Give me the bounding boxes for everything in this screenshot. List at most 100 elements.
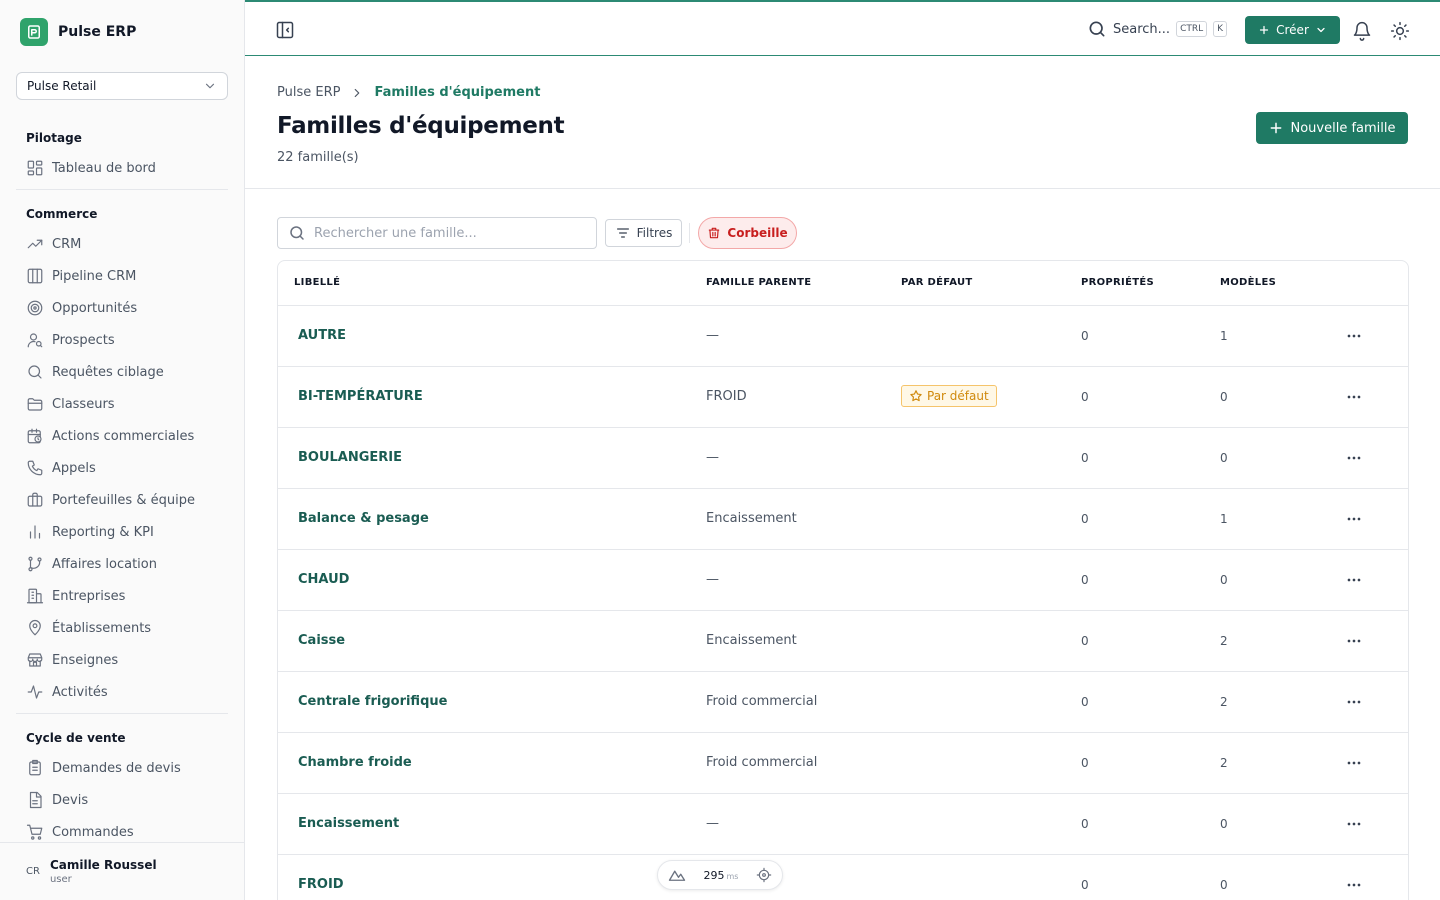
mountain-icon <box>668 868 686 882</box>
default-badge-label: Par défaut <box>927 389 989 403</box>
clipboard-icon <box>26 759 44 777</box>
sidebar-item[interactable]: Devis <box>16 784 228 816</box>
table-row[interactable]: Caisse Encaissement 0 2 <box>278 611 1408 672</box>
more-actions-icon[interactable] <box>1344 448 1364 468</box>
sidebar-nav: Pilotage Tableau de bord Commerce CRM Pipeli… <box>16 120 228 842</box>
table-row[interactable]: Centrale frigorifique Froid commercial 0 2 <box>278 672 1408 733</box>
sidebar-item[interactable]: Établissements <box>16 612 228 644</box>
family-search-input[interactable] <box>314 225 584 241</box>
sidebar-item[interactable]: Reporting & KPI <box>16 516 228 548</box>
more-actions-icon[interactable] <box>1344 387 1364 407</box>
performance-widget[interactable]: 295 ms <box>657 860 783 890</box>
breadcrumb-root[interactable]: Pulse ERP <box>277 85 340 100</box>
more-actions-icon[interactable] <box>1344 753 1364 773</box>
crosshair-icon[interactable] <box>756 867 772 883</box>
more-actions-icon[interactable] <box>1344 692 1364 712</box>
parent-family: FROID <box>706 389 747 404</box>
nav-section-title: Cycle de vente <box>26 730 126 745</box>
star-icon <box>909 389 923 403</box>
sidebar-item[interactable]: Appels <box>16 452 228 484</box>
sidebar-item[interactable]: Opportunités <box>16 292 228 324</box>
column-header-default[interactable]: PAR DÉFAUT <box>901 277 973 288</box>
folder-icon <box>26 395 44 413</box>
sidebar-item[interactable]: Classeurs <box>16 388 228 420</box>
sidebar-item[interactable]: Enseignes <box>16 644 228 676</box>
family-label-link[interactable]: Caisse <box>298 633 345 648</box>
column-header-parent[interactable]: FAMILLE PARENTE <box>706 277 811 288</box>
trend-icon <box>26 235 44 253</box>
family-label-link[interactable]: CHAUD <box>298 572 349 587</box>
table-row[interactable]: BOULANGERIE — 0 0 <box>278 428 1408 489</box>
properties-count: 0 <box>1081 878 1089 892</box>
sidebar-item[interactable]: Requêtes ciblage <box>16 356 228 388</box>
family-label-link[interactable]: BOULANGERIE <box>298 450 402 465</box>
models-count: 0 <box>1220 451 1228 465</box>
sidebar-item[interactable]: Demandes de devis <box>16 752 228 784</box>
sidebar-item[interactable]: Tableau de bord <box>16 152 228 184</box>
sidebar-item[interactable]: Activités <box>16 676 228 708</box>
notifications-bell-icon[interactable] <box>1352 21 1372 41</box>
sidebar-item[interactable]: Prospects <box>16 324 228 356</box>
more-actions-icon[interactable] <box>1344 570 1364 590</box>
families-table: LIBELLÉ FAMILLE PARENTE PAR DÉFAUT PROPR… <box>277 260 1409 900</box>
filters-button-label: Filtres <box>636 226 673 240</box>
create-button-label: Créer <box>1276 23 1309 37</box>
family-label-link[interactable]: Balance & pesage <box>298 511 429 526</box>
family-label-link[interactable]: AUTRE <box>298 328 346 343</box>
properties-count: 0 <box>1081 329 1089 343</box>
sidebar-item-label: Enseignes <box>52 652 119 668</box>
parent-family: Froid commercial <box>706 694 818 709</box>
trash-button[interactable]: Corbeille <box>698 217 797 249</box>
table-row[interactable]: Encaissement — 0 0 <box>278 794 1408 855</box>
record-count: 22 famille(s) <box>277 150 359 165</box>
response-time-unit: ms <box>726 871 739 881</box>
table-row[interactable]: AUTRE — 0 1 <box>278 306 1408 367</box>
column-header-properties[interactable]: PROPRIÉTÉS <box>1081 277 1154 288</box>
column-header-models[interactable]: MODÈLES <box>1220 277 1276 288</box>
user-profile[interactable]: CR Camille Roussel user <box>0 842 244 900</box>
family-label-link[interactable]: BI-TEMPÉRATURE <box>298 389 423 404</box>
brand[interactable]: Pulse ERP <box>20 18 136 46</box>
parent-family: — <box>706 572 719 587</box>
family-label-link[interactable]: Encaissement <box>298 816 399 831</box>
sidebar-item[interactable]: Actions commerciales <box>16 420 228 452</box>
more-actions-icon[interactable] <box>1344 814 1364 834</box>
theme-toggle-sun-icon[interactable] <box>1390 21 1410 41</box>
family-label-link[interactable]: FROID <box>298 877 344 892</box>
more-actions-icon[interactable] <box>1344 326 1364 346</box>
sidebar-item[interactable]: Portefeuilles & équipe <box>16 484 228 516</box>
bar-chart-icon <box>26 523 44 541</box>
column-header-label[interactable]: LIBELLÉ <box>294 277 340 288</box>
models-count: 0 <box>1220 573 1228 587</box>
more-actions-icon[interactable] <box>1344 875 1364 895</box>
user-role: user <box>49 874 72 885</box>
sidebar-item-label: Activités <box>52 684 108 700</box>
create-button[interactable]: Créer <box>1245 16 1340 44</box>
models-count: 1 <box>1220 329 1228 343</box>
sidebar-item[interactable]: Pipeline CRM <box>16 260 228 292</box>
nav-divider <box>16 713 228 714</box>
family-label-link[interactable]: Chambre froide <box>298 755 412 770</box>
global-search[interactable]: Search... CTRL K <box>1087 19 1228 39</box>
table-row[interactable]: BI-TEMPÉRATURE FROID Par défaut 0 0 <box>278 367 1408 428</box>
sidebar-item-label: Classeurs <box>52 396 115 412</box>
sidebar-item[interactable]: Affaires location <box>16 548 228 580</box>
new-family-button[interactable]: Nouvelle famille <box>1256 112 1408 144</box>
more-actions-icon[interactable] <box>1344 631 1364 651</box>
sidebar-item[interactable]: Commandes <box>16 816 228 842</box>
table-row[interactable]: CHAUD — 0 0 <box>278 550 1408 611</box>
more-actions-icon[interactable] <box>1344 509 1364 529</box>
table-header: LIBELLÉ FAMILLE PARENTE PAR DÉFAUT PROPR… <box>278 261 1408 306</box>
sidebar-item[interactable]: Entreprises <box>16 580 228 612</box>
organization-select[interactable]: Pulse Retail <box>16 72 228 100</box>
sidebar-item[interactable]: CRM <box>16 228 228 260</box>
sidebar-toggle-icon[interactable] <box>275 20 295 40</box>
trash-icon <box>707 226 721 240</box>
filters-button[interactable]: Filtres <box>605 219 682 247</box>
table-row[interactable]: Balance & pesage Encaissement 0 1 <box>278 489 1408 550</box>
table-row[interactable]: Chambre froide Froid commercial 0 2 <box>278 733 1408 794</box>
table-row[interactable]: FROID 0 0 <box>278 855 1408 900</box>
cart-icon <box>26 823 44 841</box>
family-search[interactable] <box>277 217 597 249</box>
family-label-link[interactable]: Centrale frigorifique <box>298 694 447 709</box>
